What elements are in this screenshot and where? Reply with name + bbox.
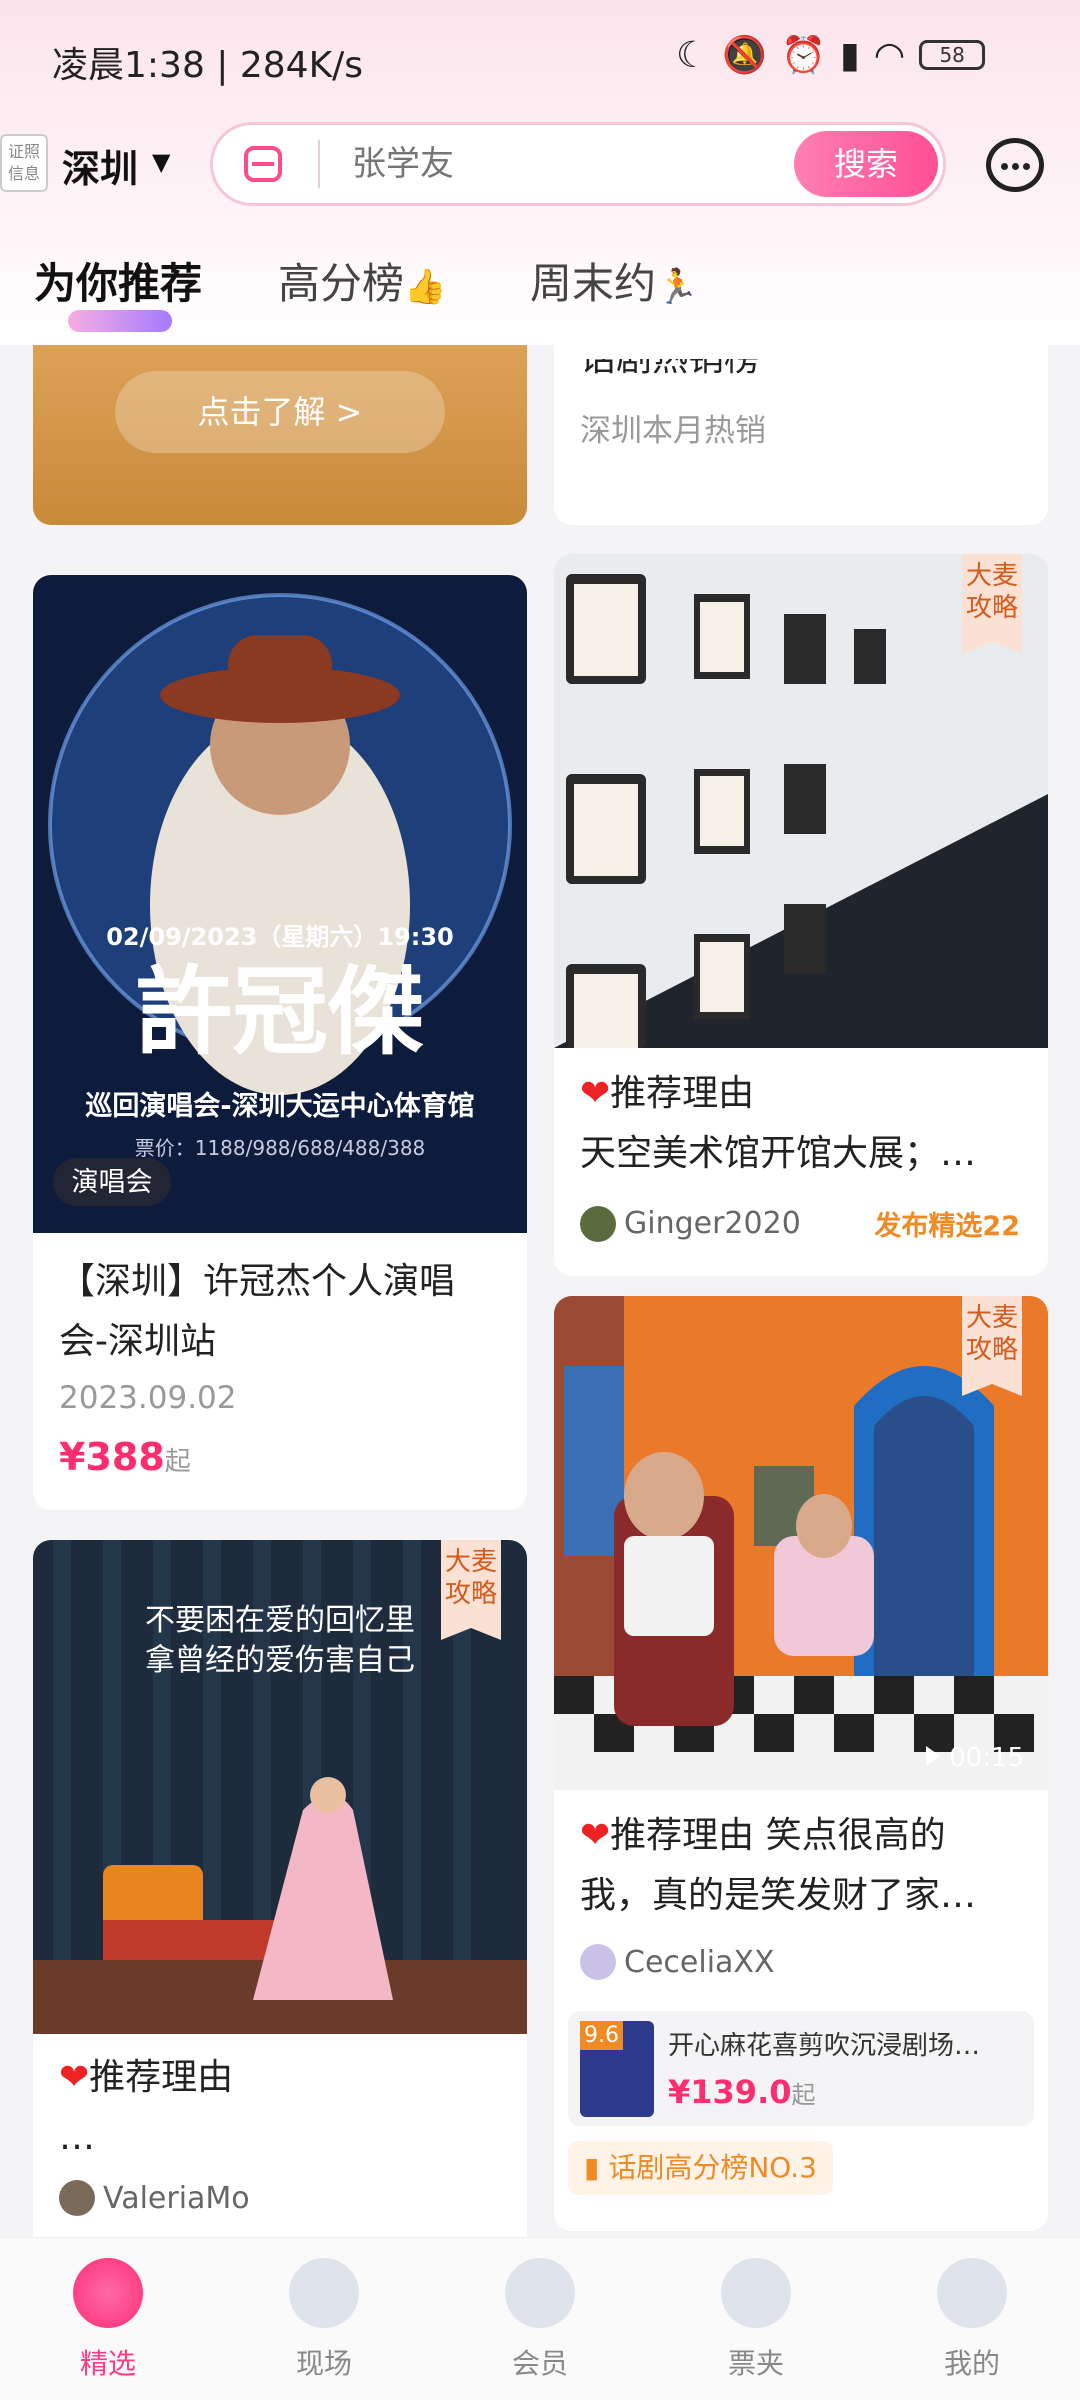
video-duration: 00:15 xyxy=(949,1743,1024,1773)
avatar xyxy=(59,2180,95,2216)
tab-indicator xyxy=(68,310,172,332)
wifi-icon: ◠ xyxy=(873,34,906,76)
theater-title-line2: 我，真的是笑发财了家… xyxy=(580,1875,977,1916)
theater-card[interactable]: 00:15 大麦攻略 ❤推荐理由 笑点很高的 我，真的是笑发财了家… Cecel… xyxy=(554,1296,1048,2231)
theater-author[interactable]: CeceliaXX xyxy=(580,1944,775,1980)
profile-icon xyxy=(937,2258,1007,2328)
cert-info-button[interactable]: 证照信息 xyxy=(0,134,48,192)
guide-corner-tag: 大麦攻略 xyxy=(441,1540,501,1640)
concert-price: ¥388起 xyxy=(59,1435,191,1479)
nav-tickets[interactable]: 票夹 xyxy=(686,2258,826,2382)
vip-icon xyxy=(505,2258,575,2328)
play-card[interactable]: 不要困在爱的回忆里 拿曾经的爱伤害自己 大麦攻略 ❤推荐理由 … Valeria… xyxy=(33,1540,527,2237)
concert-card[interactable]: 02/09/2023（星期六）19:30 許冠傑 巡回演唱会-深圳大运中心体育馆… xyxy=(33,575,527,1510)
promo-card[interactable]: 点击了解 > xyxy=(33,345,527,525)
hot-list-subtitle: 深圳本月热销 xyxy=(580,413,766,449)
message-icon[interactable] xyxy=(986,138,1044,192)
show-name: 开心麻花喜剪吹沉浸剧场… xyxy=(668,2031,981,2061)
concert-title-line1: 【深圳】许冠杰个人演唱 xyxy=(59,1261,456,1302)
bar-chart-icon: ▮ xyxy=(584,2151,600,2184)
heart-icon: ❤ xyxy=(580,1815,611,1856)
avatar xyxy=(580,1944,616,1980)
search-input[interactable] xyxy=(352,136,752,192)
play-poster-line1: 不要困在爱的回忆里 xyxy=(145,1603,415,1638)
show-score: 9.6 xyxy=(580,2021,623,2050)
running-person-icon: 🏃 xyxy=(656,267,699,307)
bottom-nav: 精选 现场 会员 票夹 我的 xyxy=(0,2237,1080,2400)
ticket-icon xyxy=(721,2258,791,2328)
poster-date: 02/09/2023（星期六）19:30 xyxy=(106,923,454,951)
exhibition-title-line1: ❤推荐理由 xyxy=(580,1073,755,1114)
exhibition-card[interactable]: 大麦攻略 ❤推荐理由 天空美术馆开馆大展；… Ginger2020 发布精选22 xyxy=(554,554,1048,1276)
heart-icon: ❤ xyxy=(59,2057,90,2098)
nav-profile[interactable]: 我的 xyxy=(902,2258,1042,2382)
poster-price: 票价：1188/988/688/488/388 xyxy=(135,1136,426,1160)
search-button[interactable]: 搜索 xyxy=(794,131,938,197)
featured-badge: 发布精选22 xyxy=(874,1211,1020,1242)
avatar xyxy=(580,1205,616,1242)
status-time: 凌晨1:38 | 284K/s xyxy=(52,45,364,86)
thumbs-up-icon: 👍 xyxy=(404,267,447,307)
caret-down-icon[interactable]: ▼ xyxy=(152,148,170,176)
feed: 点击了解 > 话剧热销榜 深圳本月热销 02/09/2023（星期六）19:30… xyxy=(0,345,1080,2237)
poster-venue: 巡回演唱会-深圳大运中心体育馆 xyxy=(85,1090,474,1122)
featured-icon xyxy=(73,2258,143,2328)
tab-top-rated[interactable]: 高分榜👍 xyxy=(278,250,446,311)
scan-icon[interactable] xyxy=(244,146,282,182)
exhibition-author[interactable]: Ginger2020 发布精选22 xyxy=(580,1204,1020,1243)
heart-icon: ❤ xyxy=(580,1073,611,1114)
status-icons: ☾ 🔕 ⏰ ▮ ◠ 58 xyxy=(676,34,986,76)
learn-more-button[interactable]: 点击了解 > xyxy=(115,371,445,453)
live-icon xyxy=(289,2258,359,2328)
concert-poster: 02/09/2023（星期六）19:30 許冠傑 巡回演唱会-深圳大运中心体育馆… xyxy=(33,575,527,1233)
hot-list-card[interactable]: 话剧热销榜 深圳本月热销 xyxy=(554,345,1048,525)
exhibition-title-line2: 天空美术馆开馆大展；… xyxy=(580,1133,977,1174)
play-title-line1: ❤推荐理由 xyxy=(59,2057,234,2098)
guide-corner-tag: 大麦攻略 xyxy=(962,1296,1022,1396)
nav-live[interactable]: 现场 xyxy=(254,2258,394,2382)
battery-icon: 58 xyxy=(919,40,986,70)
show-thumbnail: 9.6 xyxy=(580,2021,654,2117)
search-divider xyxy=(318,140,320,188)
rank-badge[interactable]: ▮ 话剧高分榜NO.3 xyxy=(568,2141,833,2195)
concert-title-line2: 会-深圳站 xyxy=(59,1321,216,1362)
nav-featured[interactable]: 精选 xyxy=(38,2258,178,2382)
show-price: ¥139.0起 xyxy=(668,2073,816,2111)
concert-date: 2023.09.02 xyxy=(59,1380,237,1416)
play-title-line2: … xyxy=(59,2117,95,2158)
play-author[interactable]: ValeriaMo xyxy=(59,2180,250,2216)
hot-list-title: 话剧热销榜 xyxy=(580,345,761,379)
tab-recommend[interactable]: 为你推荐 xyxy=(34,250,202,311)
theater-title-line1: ❤推荐理由 笑点很高的 xyxy=(580,1815,946,1856)
alarm-icon: ⏰ xyxy=(781,35,826,76)
poster-name: 許冠傑 xyxy=(136,956,424,1068)
guide-corner-tag: 大麦攻略 xyxy=(962,554,1022,654)
tab-weekend[interactable]: 周末约🏃 xyxy=(530,250,698,311)
mute-icon: 🔕 xyxy=(722,35,768,76)
linked-show[interactable]: 9.6 开心麻花喜剪吹沉浸剧场… ¥139.0起 xyxy=(568,2011,1034,2126)
nav-member[interactable]: 会员 xyxy=(470,2258,610,2382)
city-selector[interactable]: 深圳 xyxy=(62,138,138,193)
play-poster-line2: 拿曾经的爱伤害自己 xyxy=(145,1643,415,1678)
signal-icon: ▮ xyxy=(839,34,860,76)
moon-icon: ☾ xyxy=(676,34,709,76)
category-tag: 演唱会 xyxy=(72,1167,153,1198)
